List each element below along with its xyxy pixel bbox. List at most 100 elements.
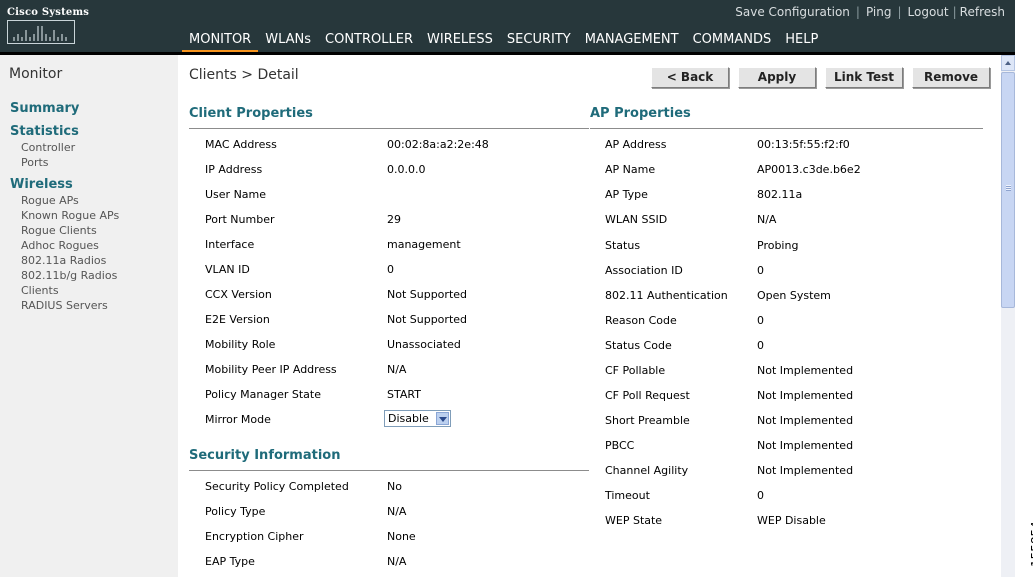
tab-wireless[interactable]: WIRELESS xyxy=(420,31,500,52)
ap-prop-label: Short Preamble xyxy=(605,414,690,427)
sidebar-title: Monitor xyxy=(9,66,63,82)
utility-links: Save Configuration | Ping | Logout | Refresh xyxy=(735,5,1005,19)
sidebar-item-80211bg-radios[interactable]: 802.11b/g Radios xyxy=(21,269,117,282)
client-properties-heading: Client Properties xyxy=(189,106,313,121)
ap-prop-label: 802.11 Authentication xyxy=(605,289,728,302)
sidebar-item-radius-servers[interactable]: RADIUS Servers xyxy=(21,299,108,312)
client-prop-value: Unassociated xyxy=(387,338,461,351)
chevron-down-icon[interactable] xyxy=(436,412,449,425)
tab-security[interactable]: SECURITY xyxy=(500,31,578,52)
ap-prop-label: AP Name xyxy=(605,163,656,176)
sidebar: Monitor Summary Statistics Controller Po… xyxy=(0,55,178,577)
mirror-mode-select[interactable]: Disable xyxy=(384,410,451,427)
client-prop-value: Not Supported xyxy=(387,288,468,301)
ap-prop-label: AP Address xyxy=(605,138,667,151)
client-prop-value: 0 xyxy=(387,263,394,276)
logout-link[interactable]: Logout xyxy=(908,5,949,19)
sidebar-item-known-rogue-aps[interactable]: Known Rogue APs xyxy=(21,209,119,222)
scrollbar-grip-icon xyxy=(1006,185,1011,191)
sidebar-item-controller[interactable]: Controller xyxy=(21,141,75,154)
client-prop-value: 00:02:8a:a2:2e:48 xyxy=(387,138,489,151)
security-info-value: No xyxy=(387,480,402,493)
apply-button[interactable]: Apply xyxy=(738,67,816,88)
client-prop-label: Policy Manager State xyxy=(205,388,321,401)
vertical-scrollbar[interactable] xyxy=(1001,55,1015,577)
sidebar-item-adhoc-rogues[interactable]: Adhoc Rogues xyxy=(21,239,99,252)
main-nav: MONITOR WLANs CONTROLLER WIRELESS SECURITY MA… xyxy=(182,31,825,55)
ap-prop-value: 802.11a xyxy=(757,188,803,201)
ap-properties-divider xyxy=(590,128,983,129)
ap-prop-label: Association ID xyxy=(605,264,683,277)
ap-prop-value: Not Implemented xyxy=(757,389,854,402)
ap-prop-value: 0 xyxy=(757,489,764,502)
ap-prop-value: Probing xyxy=(757,239,799,252)
tab-help[interactable]: HELP xyxy=(778,31,825,52)
tab-controller[interactable]: CONTROLLER xyxy=(318,31,420,52)
sidebar-item-clients[interactable]: Clients xyxy=(21,284,59,297)
tab-management[interactable]: MANAGEMENT xyxy=(578,31,686,52)
ap-properties-heading: AP Properties xyxy=(590,106,691,121)
ap-prop-value: 0 xyxy=(757,314,764,327)
cisco-logo-bridge-icon xyxy=(7,20,75,44)
sidebar-item-summary[interactable]: Summary xyxy=(10,101,79,116)
ap-prop-label: WEP State xyxy=(605,514,663,527)
sidebar-item-ports[interactable]: Ports xyxy=(21,156,49,169)
ping-link[interactable]: Ping xyxy=(866,5,892,19)
client-prop-value: Not Supported xyxy=(387,313,468,326)
ap-prop-value: Not Implemented xyxy=(757,414,854,427)
ap-prop-label: CF Poll Request xyxy=(605,389,690,402)
refresh-link[interactable]: Refresh xyxy=(960,5,1005,19)
security-info-label: EAP Type xyxy=(205,555,255,568)
sidebar-item-rogue-clients[interactable]: Rogue Clients xyxy=(21,224,97,237)
client-prop-value: management xyxy=(387,238,461,251)
cisco-logo-text: Cisco Systems xyxy=(7,7,90,18)
client-prop-value: START xyxy=(387,388,421,401)
scroll-up-arrow-icon[interactable] xyxy=(1001,55,1015,71)
header-bar: Cisco Systems Save Configuration | Ping | Lo… xyxy=(0,0,1015,55)
link-test-button[interactable]: Link Test xyxy=(825,67,903,88)
remove-button[interactable]: Remove xyxy=(912,67,990,88)
tab-wlans[interactable]: WLANs xyxy=(258,31,318,52)
ap-prop-value: 00:13:5f:55:f2:f0 xyxy=(757,138,850,151)
client-prop-label: IP Address xyxy=(205,163,263,176)
tab-commands[interactable]: COMMANDS xyxy=(686,31,779,52)
security-info-value: None xyxy=(387,530,416,543)
breadcrumb: Clients > Detail xyxy=(189,67,299,83)
save-configuration-link[interactable]: Save Configuration xyxy=(735,5,850,19)
ap-prop-value: Open System xyxy=(757,289,831,302)
tab-monitor[interactable]: MONITOR xyxy=(182,31,259,55)
client-prop-label: CCX Version xyxy=(205,288,272,301)
ap-prop-label: WLAN SSID xyxy=(605,213,668,226)
sidebar-item-rogue-aps[interactable]: Rogue APs xyxy=(21,194,79,207)
back-button[interactable]: < Back xyxy=(651,67,729,88)
security-info-value: N/A xyxy=(387,555,407,568)
ap-prop-label: Channel Agility xyxy=(605,464,689,477)
sidebar-item-wireless[interactable]: Wireless xyxy=(10,177,73,192)
client-prop-label: MAC Address xyxy=(205,138,277,151)
security-info-label: Policy Type xyxy=(205,505,266,518)
mirror-mode-selected-value: Disable xyxy=(388,412,429,425)
ap-prop-value: AP0013.c3de.b6e2 xyxy=(757,163,861,176)
client-prop-label: Port Number xyxy=(205,213,275,226)
ap-prop-label: Status Code xyxy=(605,339,672,352)
ap-prop-value: N/A xyxy=(757,213,777,226)
scrollbar-thumb[interactable] xyxy=(1001,72,1015,308)
client-properties-divider xyxy=(189,128,589,129)
client-prop-label: E2E Version xyxy=(205,313,270,326)
client-prop-label: Interface xyxy=(205,238,255,251)
sidebar-item-statistics[interactable]: Statistics xyxy=(10,124,79,139)
ap-prop-value: Not Implemented xyxy=(757,364,854,377)
client-prop-label: User Name xyxy=(205,188,267,201)
figure-number-text: 155854 xyxy=(1029,521,1033,567)
client-prop-label: Mobility Peer IP Address xyxy=(205,363,337,376)
client-prop-label: VLAN ID xyxy=(205,263,250,276)
sidebar-item-80211a-radios[interactable]: 802.11a Radios xyxy=(21,254,106,267)
ap-prop-label: AP Type xyxy=(605,188,648,201)
ap-prop-value: 0 xyxy=(757,264,764,277)
security-information-heading: Security Information xyxy=(189,448,341,463)
ap-prop-label: Reason Code xyxy=(605,314,677,327)
main-content: Clients > Detail < Back Apply Link Test … xyxy=(179,55,1001,577)
client-prop-label: Mobility Role xyxy=(205,338,276,351)
security-info-label: Security Policy Completed xyxy=(205,480,349,493)
client-prop-value: 0.0.0.0 xyxy=(387,163,426,176)
